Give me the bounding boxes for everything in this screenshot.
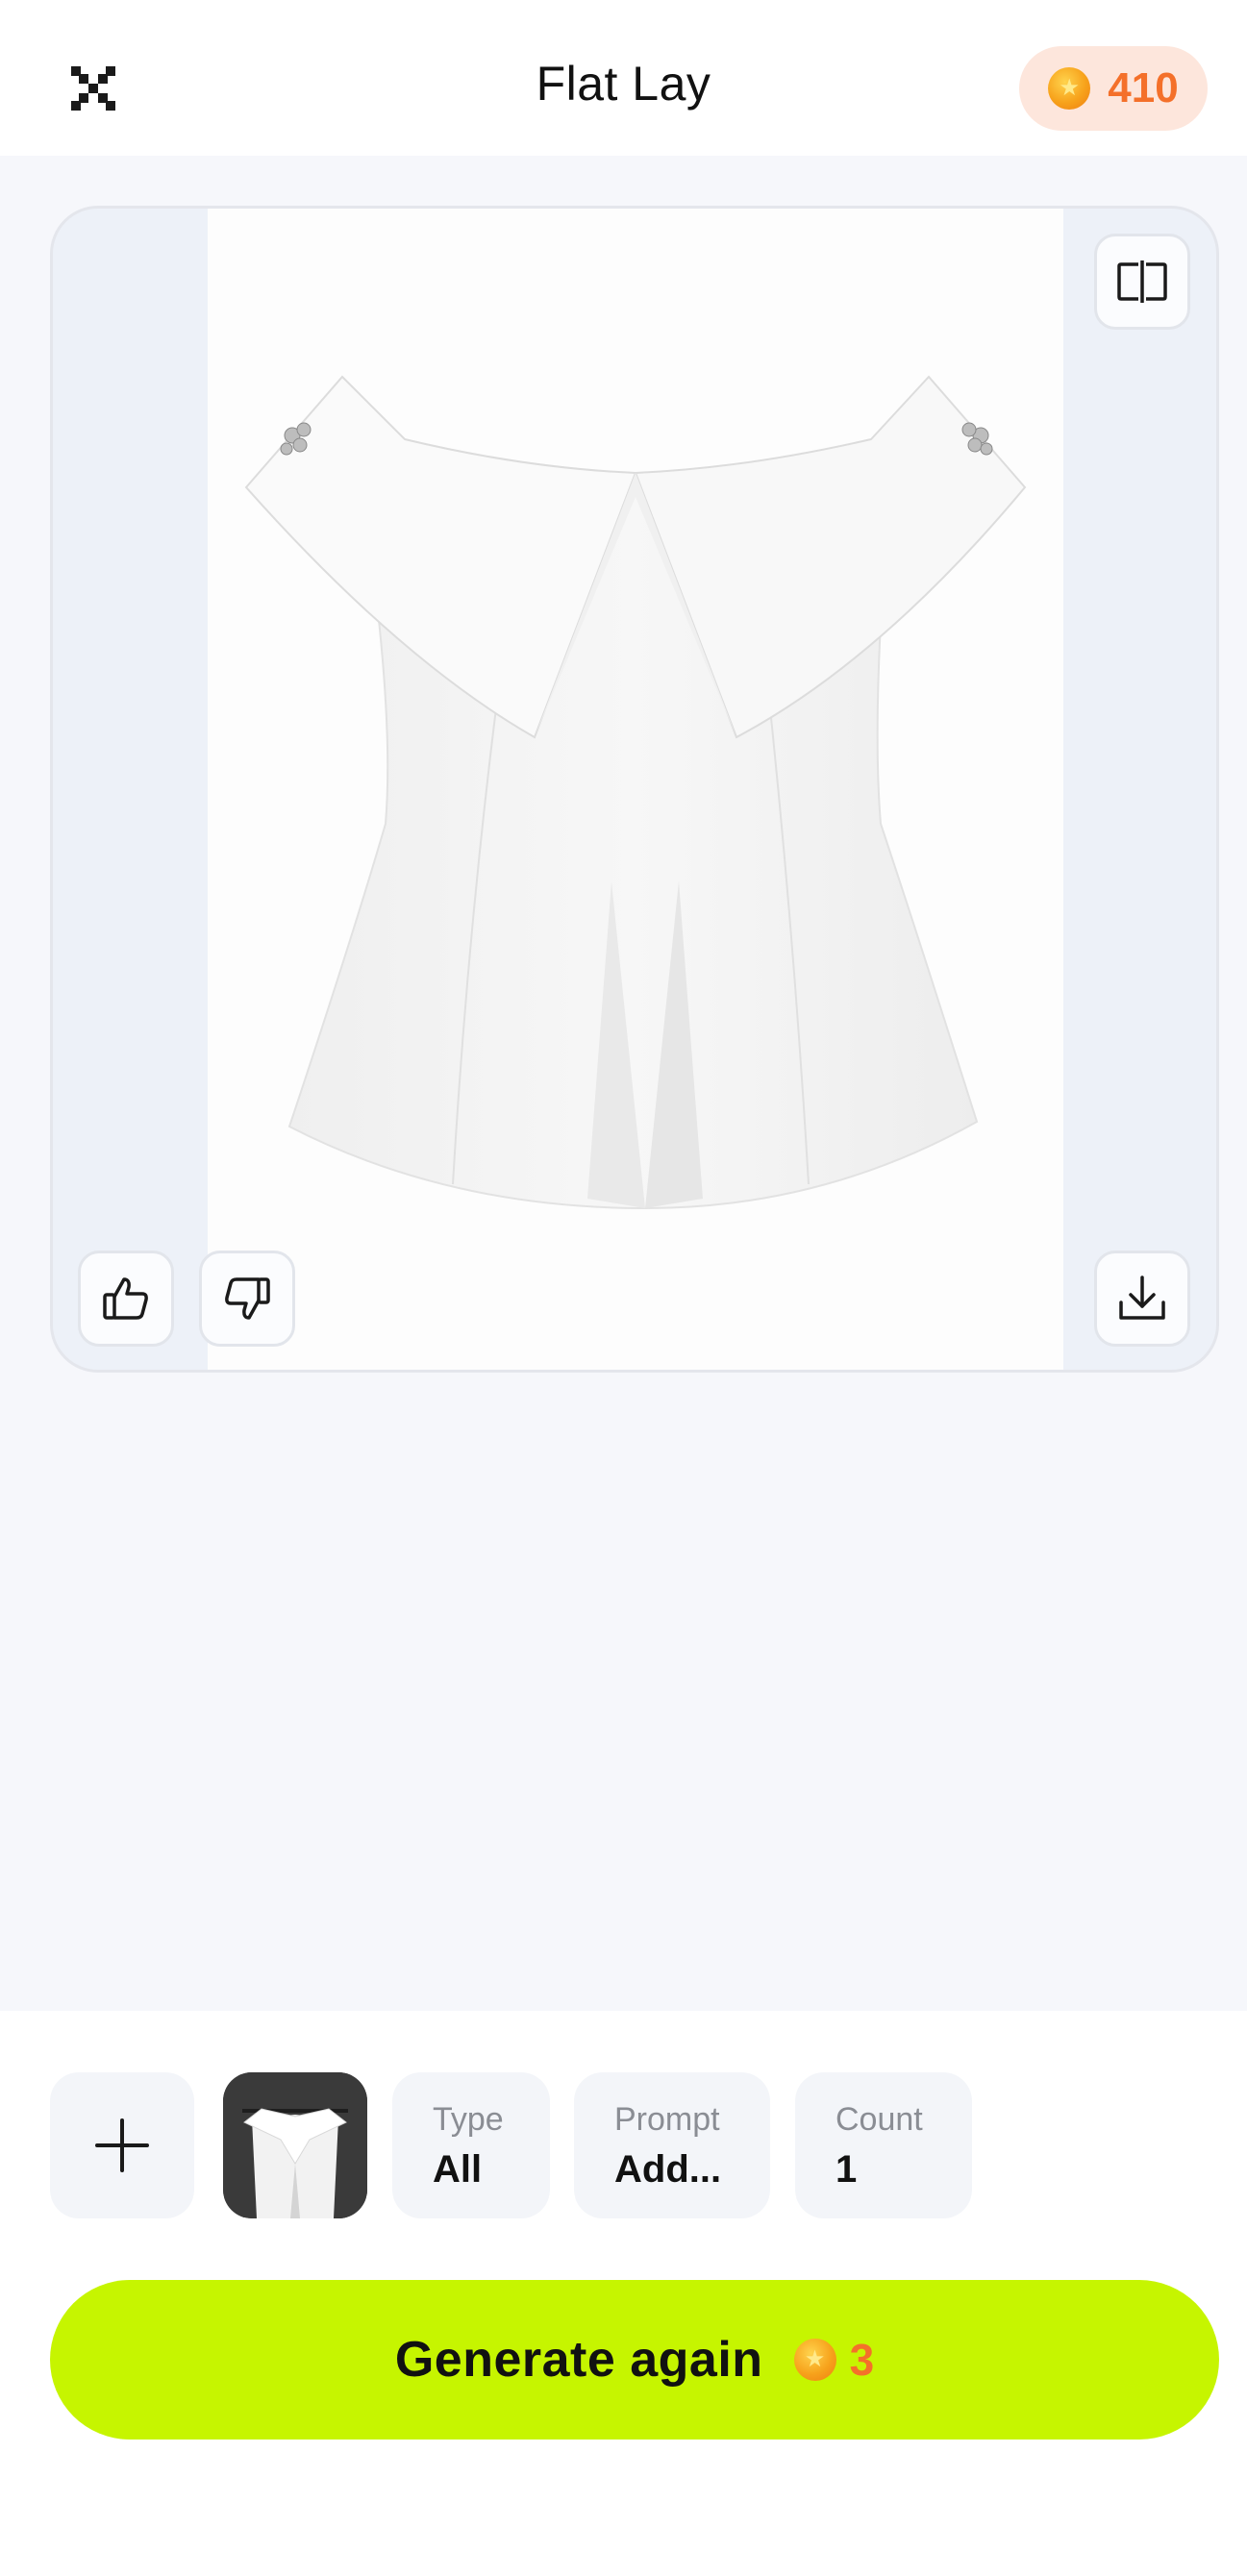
generate-label: Generate again — [394, 2332, 763, 2388]
header: Flat Lay ★ 410 — [0, 0, 1247, 156]
coin-balance-badge[interactable]: ★ 410 — [1019, 46, 1208, 131]
dislike-button[interactable] — [199, 1251, 295, 1347]
source-image-thumbnail[interactable] — [223, 2072, 367, 2218]
type-value: All — [433, 2148, 483, 2191]
add-image-button[interactable] — [50, 2072, 194, 2218]
type-selector[interactable]: Type All — [392, 2072, 550, 2218]
generate-cost: ★ 3 — [793, 2334, 875, 2386]
prompt-value: Add... — [614, 2148, 722, 2191]
download-icon — [1119, 1276, 1165, 1320]
count-value: 1 — [835, 2148, 858, 2191]
result-card — [50, 206, 1219, 1373]
compare-icon — [1117, 260, 1167, 303]
coin-balance: 410 — [1108, 64, 1179, 111]
like-button[interactable] — [78, 1251, 174, 1347]
garment-illustration — [244, 375, 1027, 1210]
plus-icon — [95, 2118, 149, 2172]
count-label: Count — [835, 2101, 923, 2138]
compare-button[interactable] — [1094, 234, 1190, 330]
download-button[interactable] — [1094, 1251, 1190, 1347]
thumbs-down-icon — [225, 1277, 270, 1320]
generate-again-button[interactable]: Generate again ★ 3 — [50, 2280, 1219, 2440]
result-image[interactable] — [208, 209, 1063, 1370]
generate-cost-value: 3 — [849, 2335, 875, 2385]
coin-icon: ★ — [1048, 67, 1091, 110]
prompt-label: Prompt — [614, 2101, 720, 2138]
type-label: Type — [433, 2101, 504, 2138]
thumbnail-image — [223, 2072, 367, 2218]
count-selector[interactable]: Count 1 — [795, 2072, 972, 2218]
coin-icon: ★ — [793, 2339, 836, 2381]
thumbs-up-icon — [103, 1277, 148, 1320]
prompt-selector[interactable]: Prompt Add... — [574, 2072, 770, 2218]
